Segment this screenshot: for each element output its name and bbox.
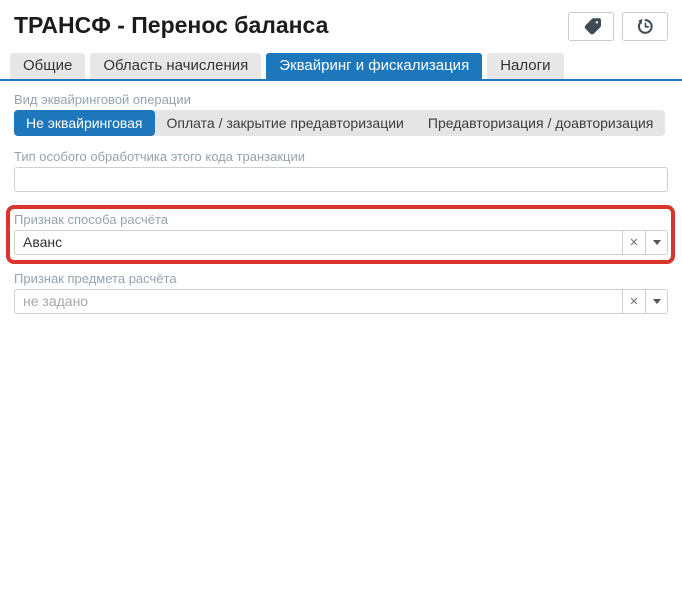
page-title: ТРАНСФ - Перенос баланса <box>14 12 329 38</box>
dropdown-button[interactable] <box>645 231 667 254</box>
special-handler-input[interactable] <box>14 167 668 192</box>
tab-bar: Общие Область начисления Эквайринг и фис… <box>0 53 682 79</box>
toolbar <box>568 12 668 41</box>
history-icon <box>636 17 655 36</box>
payment-method-attribute-select[interactable]: Аванс ✕ <box>14 230 668 255</box>
tag-icon <box>582 17 601 36</box>
history-button[interactable] <box>622 12 668 41</box>
page-header: ТРАНСФ - Перенос баланса <box>0 0 682 41</box>
option-preauth-additional-auth[interactable]: Предавторизация / доавторизация <box>416 110 666 136</box>
option-payment-close-preauth[interactable]: Оплата / закрытие предавторизации <box>155 110 416 136</box>
acquiring-operation-type-segmented: Не эквайринговая Оплата / закрытие преда… <box>14 110 666 136</box>
clear-icon: ✕ <box>629 296 639 308</box>
clear-button[interactable]: ✕ <box>622 290 645 313</box>
tab-accrual-area[interactable]: Область начисления <box>90 53 262 79</box>
payment-method-attribute-value: Аванс <box>23 234 63 250</box>
tab-general[interactable]: Общие <box>10 53 86 79</box>
special-handler-label: Тип особого обработчика этого кода транз… <box>14 149 306 164</box>
clear-button[interactable]: ✕ <box>622 231 645 254</box>
payment-subject-attribute-label: Признак предмета расчёта <box>14 271 177 286</box>
payment-method-attribute-group: Признак способа расчёта Аванс ✕ <box>14 212 668 255</box>
payment-subject-attribute-placeholder: не задано <box>23 293 89 309</box>
chevron-down-icon <box>652 299 661 304</box>
tab-panel-acquiring: Вид эквайринговой операции Не эквайринго… <box>0 81 682 314</box>
option-not-acquiring[interactable]: Не эквайринговая <box>14 110 155 136</box>
dropdown-button[interactable] <box>645 290 667 313</box>
payment-subject-attribute-group: Признак предмета расчёта не задано ✕ <box>14 271 668 314</box>
chevron-down-icon <box>652 240 661 245</box>
payment-method-attribute-label: Признак способа расчёта <box>14 212 168 227</box>
tab-taxes[interactable]: Налоги <box>487 53 564 79</box>
tags-button[interactable] <box>568 12 614 41</box>
clear-icon: ✕ <box>629 237 639 249</box>
acquiring-operation-type-label: Вид эквайринговой операции <box>14 92 191 107</box>
payment-subject-attribute-select[interactable]: не задано ✕ <box>14 289 668 314</box>
red-highlight-annotation: Признак способа расчёта Аванс ✕ <box>6 205 675 264</box>
acquiring-operation-type-group: Вид эквайринговой операции Не эквайринго… <box>14 92 668 136</box>
special-handler-group: Тип особого обработчика этого кода транз… <box>14 149 668 192</box>
tab-acquiring-fiscalization[interactable]: Эквайринг и фискализация <box>266 53 483 79</box>
